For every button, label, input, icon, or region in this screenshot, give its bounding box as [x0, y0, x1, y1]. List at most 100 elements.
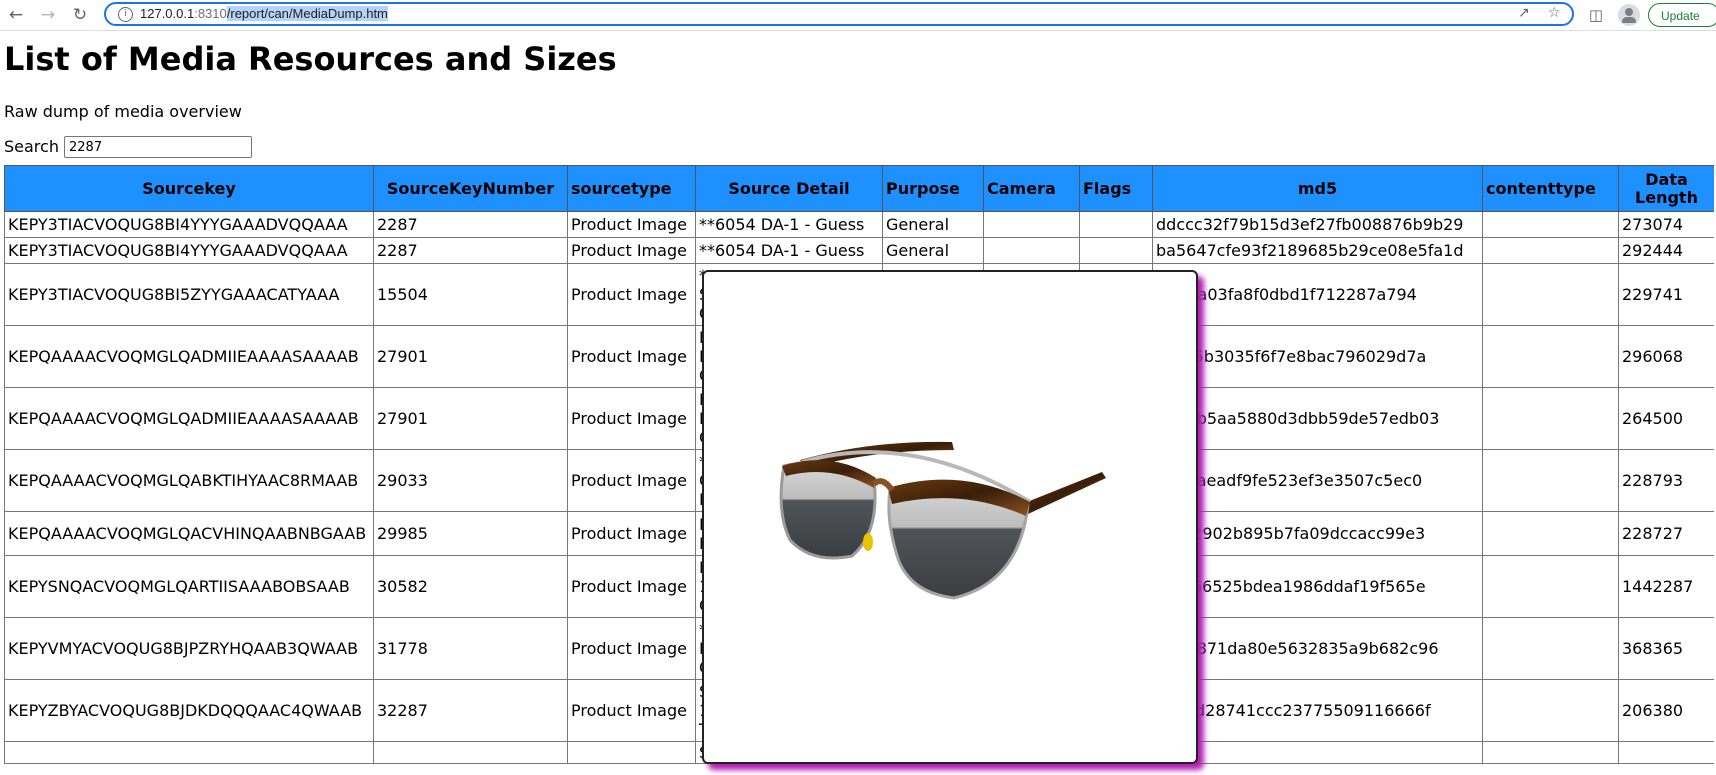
cell-data-length: 368365: [1618, 617, 1714, 680]
cell-sourcekeynumber: 29033: [373, 449, 568, 512]
url-text[interactable]: 127.0.0.1:8310/report/can/MediaDump.htm: [140, 6, 388, 21]
search-input[interactable]: [64, 136, 252, 158]
header-sourcekeynumber[interactable]: SourceKeyNumber: [373, 165, 568, 212]
star-icon[interactable]: ☆: [1548, 5, 1561, 21]
cell-sourcetype: Product Image: [567, 387, 696, 450]
cell-sourcekey: KEPY3TIACVOQUG8BI4YYYGAAADVQQAAA: [4, 237, 374, 264]
cell-sourcekeynumber: 2287: [373, 237, 568, 264]
cell-purpose: General: [882, 211, 984, 238]
cell-contenttype: [1482, 263, 1619, 326]
side-panel-icon[interactable]: ◫: [1584, 3, 1608, 27]
table-row: KEPY3TIACVOQUG8BI4YYYGAAADVQQAAA 2287 Prod…: [4, 237, 1714, 264]
cell-sourcetype: [567, 741, 696, 764]
cell-sourcetype: Product Image: [567, 511, 696, 556]
cell-sourcekey: KEPQAAAACVOQMGLQABKTIHYAAC8RMAAB: [4, 449, 374, 512]
cell-sourcekey: [4, 741, 374, 764]
image-preview-popup[interactable]: [702, 270, 1198, 764]
cell-sourcetype: Product Image: [567, 211, 696, 238]
cell-md5: ffb27a03fa8f0dbd1f712287a794: [1152, 263, 1483, 326]
cell-sourcekey: KEPY3TIACVOQUG8BI5ZYYGAAACATYAAA: [4, 263, 374, 326]
cell-data-length: 206380: [1618, 679, 1714, 742]
cell-source-detail: **6054 DA-1 - Guess: [695, 211, 883, 238]
cell-sourcekeynumber: 27901: [373, 325, 568, 388]
cell-sourcekey: KEPQAAAACVOQMGLQACVHINQAABNBGAAB: [4, 511, 374, 556]
cell-md5: 0b22871da80e5632835a9b682c96: [1152, 617, 1483, 680]
cell-sourcekeynumber: 27901: [373, 387, 568, 450]
cell-flags: [1079, 237, 1153, 264]
cell-data-length: [1618, 741, 1714, 764]
cell-flags: [1079, 211, 1153, 238]
forward-arrow-icon[interactable]: →: [36, 3, 60, 27]
cell-contenttype: [1482, 211, 1619, 238]
header-camera[interactable]: Camera: [983, 165, 1080, 212]
update-button[interactable]: Update: [1648, 3, 1716, 27]
cell-md5: 5107aeadf9fe523ef3e3507c5ec0: [1152, 449, 1483, 512]
cell-sourcekeynumber: 29985: [373, 511, 568, 556]
cell-md5: ba5647cfe93f2189685b29ce08e5fa1d: [1152, 237, 1483, 264]
table-header-row: Sourcekey SourceKeyNumber sourcetype Sou…: [4, 165, 1714, 212]
header-purpose[interactable]: Purpose: [882, 165, 984, 212]
cell-sourcekeynumber: 2287: [373, 211, 568, 238]
header-flags[interactable]: Flags: [1079, 165, 1153, 212]
cell-sourcetype: Product Image: [567, 263, 696, 326]
cell-sourcekeynumber: 31778: [373, 617, 568, 680]
reload-icon[interactable]: ↻: [68, 3, 92, 27]
cell-contenttype: [1482, 617, 1619, 680]
browser-toolbar: ← → ↻ i 127.0.0.1:8310/report/can/MediaD…: [0, 0, 1716, 31]
cell-data-length: 273074: [1618, 211, 1714, 238]
info-icon[interactable]: i: [118, 7, 133, 22]
cell-contenttype: [1482, 511, 1619, 556]
cell-sourcekeynumber: 32287: [373, 679, 568, 742]
cell-sourcetype: Product Image: [567, 555, 696, 618]
cell-data-length: 296068: [1618, 325, 1714, 388]
cell-contenttype: [1482, 325, 1619, 388]
header-source-detail[interactable]: Source Detail: [695, 165, 883, 212]
search-label: Search: [4, 137, 59, 156]
cell-md5: ddccc32f79b15d3ef27fb008876b9b29: [1152, 211, 1483, 238]
cell-data-length: 264500: [1618, 387, 1714, 450]
cell-md5: 9cec5b3035f6f7e8bac796029d7a: [1152, 325, 1483, 388]
header-sourcetype[interactable]: sourcetype: [567, 165, 696, 212]
cell-data-length: 228793: [1618, 449, 1714, 512]
cell-md5: cb7ed28741ccc23775509116666f: [1152, 679, 1483, 742]
header-md5[interactable]: md5: [1152, 165, 1483, 212]
cell-md5: 4b16b5aa5880d3dbb59de57edb03: [1152, 387, 1483, 450]
cell-contenttype: [1482, 741, 1619, 764]
header-data-length[interactable]: Data Length: [1618, 165, 1714, 212]
cell-data-length: 292444: [1618, 237, 1714, 264]
cell-sourcetype: Product Image: [567, 679, 696, 742]
cell-sourcetype: Product Image: [567, 325, 696, 388]
address-bar[interactable]: i 127.0.0.1:8310/report/can/MediaDump.ht…: [104, 2, 1574, 26]
cell-contenttype: [1482, 449, 1619, 512]
share-icon[interactable]: ↗: [1518, 5, 1530, 21]
cell-sourcekey: KEPYSNQACVOQMGLQARTIISAAABOBSAAB: [4, 555, 374, 618]
cell-contenttype: [1482, 679, 1619, 742]
cell-sourcetype: Product Image: [567, 237, 696, 264]
cell-contenttype: [1482, 387, 1619, 450]
cell-purpose: General: [882, 237, 984, 264]
cell-contenttype: [1482, 237, 1619, 264]
cell-sourcetype: Product Image: [567, 617, 696, 680]
cell-data-length: 229741: [1618, 263, 1714, 326]
cell-sourcekey: KEPYZBYACVOQUG8BJDKDQQQAAC4QWAAB: [4, 679, 374, 742]
profile-avatar[interactable]: [1618, 4, 1640, 26]
cell-md5: 40fd2902b895b7fa09dccacc99e3: [1152, 511, 1483, 556]
cell-data-length: 228727: [1618, 511, 1714, 556]
back-arrow-icon[interactable]: ←: [4, 3, 28, 27]
cell-data-length: 1442287: [1618, 555, 1714, 618]
cell-sourcekey: KEPQAAAACVOQMGLQADMIIEAAAASAAAAB: [4, 325, 374, 388]
cell-camera: [983, 211, 1080, 238]
cell-md5: [1152, 741, 1483, 764]
cell-contenttype: [1482, 555, 1619, 618]
sunglasses-image: [779, 441, 1106, 600]
cell-sourcekeynumber: 15504: [373, 263, 568, 326]
cell-camera: [983, 237, 1080, 264]
cell-sourcekey: KEPY3TIACVOQUG8BI4YYYGAAADVQQAAA: [4, 211, 374, 238]
cell-md5: e13f66525bdea1986ddaf19f565e: [1152, 555, 1483, 618]
cell-sourcekeynumber: 30582: [373, 555, 568, 618]
cell-sourcekeynumber: [373, 741, 568, 764]
cell-sourcekey: KEPQAAAACVOQMGLQADMIIEAAAASAAAAB: [4, 387, 374, 450]
page-subtitle: Raw dump of media overview: [4, 102, 242, 121]
header-contenttype[interactable]: contenttype: [1482, 165, 1619, 212]
header-sourcekey[interactable]: Sourcekey: [4, 165, 374, 212]
